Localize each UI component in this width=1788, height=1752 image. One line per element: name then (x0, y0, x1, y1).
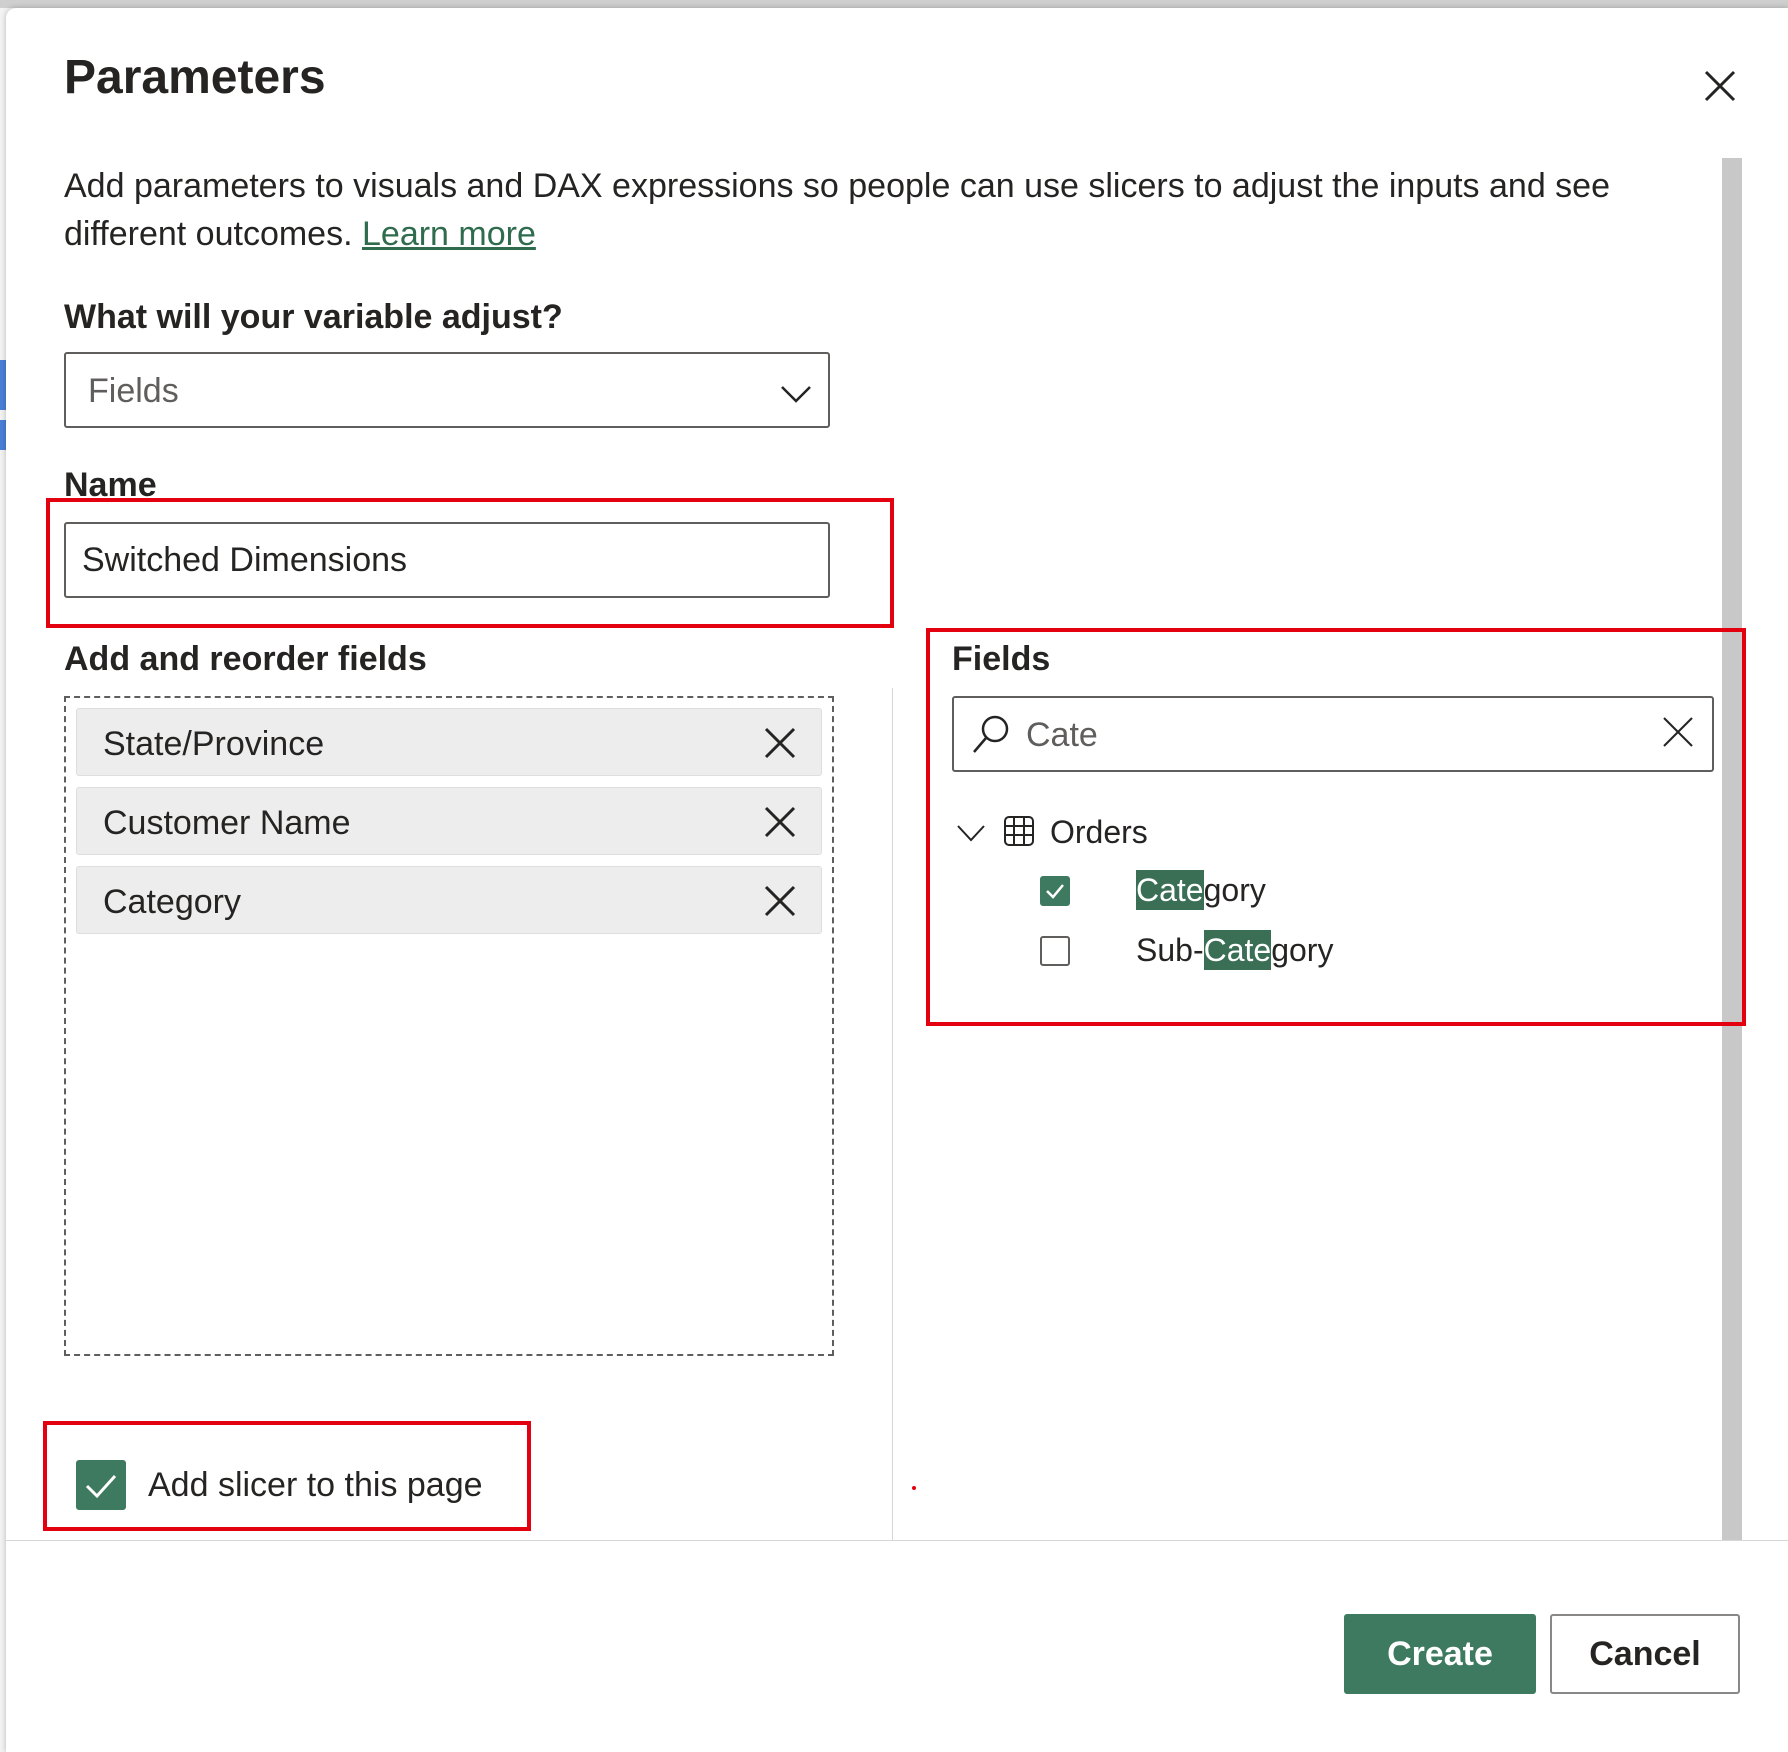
create-button[interactable]: Create (1344, 1614, 1536, 1694)
parameters-dialog: Parameters Add parameters to visuals and… (6, 8, 1788, 1752)
add-slicer-label: Add slicer to this page (148, 1466, 483, 1504)
chevron-down-icon (781, 386, 811, 403)
fields-search-input[interactable] (1024, 708, 1628, 762)
sub-category-checkbox[interactable] (1040, 936, 1070, 966)
dialog-title: Parameters (64, 51, 326, 104)
reorder-fields-label: Add and reorder fields (64, 640, 427, 678)
annotation-dot (912, 1486, 916, 1490)
scrollbar[interactable] (1722, 158, 1742, 1540)
category-checkbox[interactable] (1040, 876, 1070, 906)
search-icon (973, 715, 1009, 753)
label-prefix: Sub- (1136, 932, 1204, 968)
search-match-highlight: Cate (1203, 930, 1272, 970)
table-icon (1004, 816, 1034, 846)
dropdown-selected-value: Fields (88, 372, 179, 410)
slicer-checkbox-box[interactable] (76, 1460, 126, 1510)
close-icon (1704, 70, 1736, 102)
remove-field-icon[interactable] (761, 724, 799, 762)
fields-panel-label: Fields (952, 640, 1051, 678)
field-chip-label: Category (103, 883, 241, 921)
field-chip-label: Customer Name (103, 804, 351, 842)
search-match-highlight: Cate (1136, 870, 1204, 910)
variable-adjust-dropdown[interactable]: Fields (64, 352, 830, 428)
field-chip-state-province[interactable]: State/Province (76, 708, 822, 776)
highlight-box-fields (926, 628, 1746, 1026)
label-rest: gory (1203, 872, 1266, 908)
field-chip-label: State/Province (103, 725, 325, 763)
label-rest: gory (1271, 932, 1334, 968)
footer-divider (6, 1540, 1788, 1541)
tree-node-label: Orders (1050, 814, 1148, 850)
description-text: Add parameters to visuals and DAX expres… (64, 167, 1610, 253)
remove-field-icon[interactable] (761, 803, 799, 841)
chevron-down-icon[interactable] (956, 818, 986, 848)
name-input[interactable] (64, 522, 830, 598)
learn-more-link[interactable]: Learn more (362, 215, 536, 253)
tree-item-label: Sub-Category (1136, 930, 1334, 970)
field-chip-customer-name[interactable]: Customer Name (76, 787, 822, 855)
checkmark-icon (1046, 884, 1064, 899)
fields-search-box[interactable] (952, 696, 1714, 772)
background-strip (0, 0, 1788, 8)
remove-field-icon[interactable] (761, 882, 799, 920)
close-button[interactable] (1692, 58, 1748, 114)
panel-divider (892, 688, 893, 1540)
clear-search-icon[interactable] (1660, 714, 1696, 750)
field-chip-category[interactable]: Category (76, 866, 822, 934)
variable-adjust-label: What will your variable adjust? (64, 298, 563, 336)
reorder-fields-list[interactable]: State/Province Customer Name Category (64, 696, 834, 1356)
name-label: Name (64, 466, 157, 504)
dialog-description: Add parameters to visuals and DAX expres… (64, 162, 1644, 258)
tree-item-label: Category (1136, 870, 1266, 910)
cancel-button[interactable]: Cancel (1550, 1614, 1740, 1694)
checkmark-icon (85, 1474, 117, 1499)
